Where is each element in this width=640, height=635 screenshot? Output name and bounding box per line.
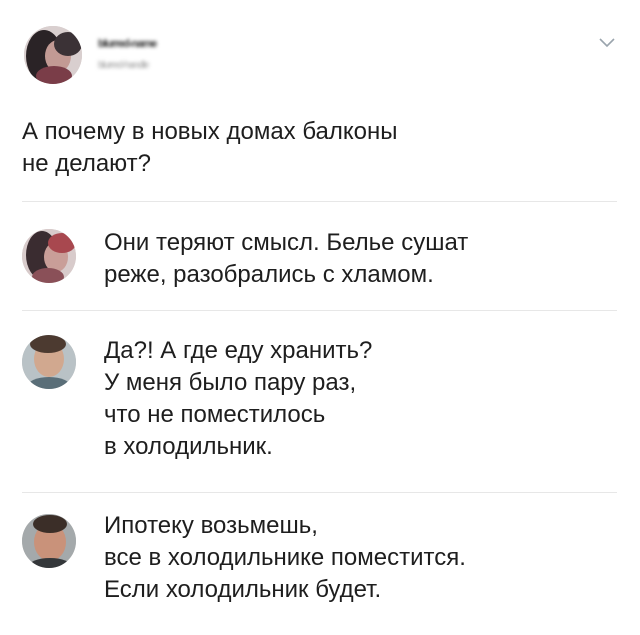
divider [22, 492, 617, 493]
reply-text: Они теряют смысл. Белье сушат реже, разо… [104, 229, 469, 288]
divider [22, 201, 617, 202]
reply-avatar[interactable] [22, 335, 76, 389]
reply-text: Ипотеку возьмешь, все в холодильнике пом… [104, 512, 466, 603]
reply-avatar[interactable] [22, 229, 76, 283]
author-name[interactable]: blurred-name [98, 38, 258, 50]
author-avatar[interactable] [24, 26, 82, 84]
post-text: А почему в новых домах балконы не делают… [22, 118, 398, 177]
chevron-down-icon[interactable] [598, 36, 616, 48]
reply-avatar[interactable] [22, 514, 76, 568]
reply-text: Да?! А где еду хранить? У меня было пару… [104, 337, 373, 460]
divider [22, 310, 617, 311]
post-header: blurred-name blurred-handle [20, 22, 620, 92]
author-handle[interactable]: blurred-handle [98, 60, 248, 71]
